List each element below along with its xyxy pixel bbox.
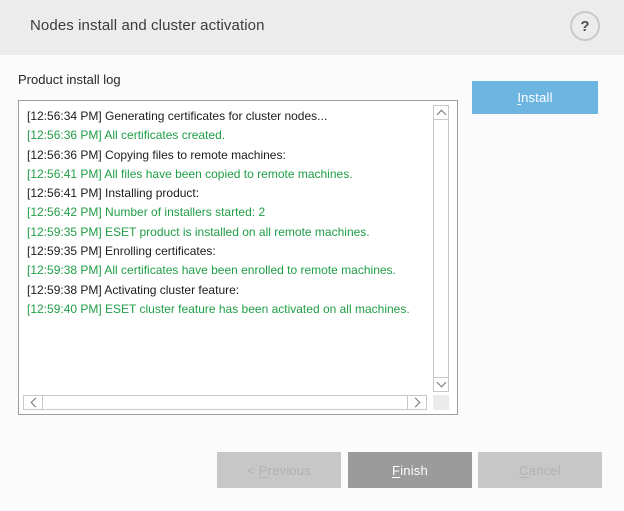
log-line: [12:56:36 PM] All certificates created. (27, 126, 421, 145)
finish-button[interactable]: Finish (348, 452, 472, 488)
horizontal-scrollbar[interactable] (23, 395, 427, 410)
log-line: [12:59:38 PM] Activating cluster feature… (27, 281, 421, 300)
chevron-down-icon (436, 378, 446, 388)
log-line: [12:56:42 PM] Number of installers start… (27, 203, 421, 222)
log-label: Product install log (18, 72, 121, 87)
dialog-header: Nodes install and cluster activation ? (0, 0, 624, 55)
log-line: [12:59:38 PM] All certificates have been… (27, 261, 421, 280)
previous-button-label: P (259, 463, 268, 478)
log-line: [12:59:40 PM] ESET cluster feature has b… (27, 300, 421, 319)
chevron-right-icon (410, 398, 420, 408)
log-line: [12:56:36 PM] Copying files to remote ma… (27, 146, 421, 165)
cancel-button[interactable]: Cancel (478, 452, 602, 488)
scroll-up-button[interactable] (433, 105, 449, 120)
horizontal-scrollbar-track[interactable] (23, 395, 427, 410)
scroll-left-button[interactable] (23, 395, 43, 410)
scrollbar-corner (433, 395, 449, 410)
log-lines: [12:56:34 PM] Generating certificates fo… (27, 107, 421, 319)
cancel-button-label: C (519, 463, 529, 478)
page-title: Nodes install and cluster activation (30, 17, 265, 34)
chevron-left-icon (30, 398, 40, 408)
log-line: [12:59:35 PM] Enrolling certificates: (27, 242, 421, 261)
install-log-textbox[interactable]: [12:56:34 PM] Generating certificates fo… (18, 100, 458, 415)
scroll-down-button[interactable] (433, 377, 449, 392)
log-line: [12:59:35 PM] ESET product is installed … (27, 223, 421, 242)
chevron-up-icon (436, 110, 446, 120)
question-mark-icon: ? (580, 18, 589, 35)
log-line: [12:56:34 PM] Generating certificates fo… (27, 107, 421, 126)
log-line: [12:56:41 PM] All files have been copied… (27, 165, 421, 184)
log-line: [12:56:41 PM] Installing product: (27, 184, 421, 203)
scroll-right-button[interactable] (407, 395, 427, 410)
help-button[interactable]: ? (570, 11, 600, 41)
dialog-window: Nodes install and cluster activation ? P… (0, 0, 624, 511)
vertical-scrollbar[interactable] (433, 105, 449, 392)
install-button[interactable]: Install (472, 81, 598, 114)
vertical-scrollbar-track[interactable] (433, 105, 449, 392)
previous-button[interactable]: <Previous (217, 452, 341, 488)
finish-button-label: F (392, 463, 400, 478)
